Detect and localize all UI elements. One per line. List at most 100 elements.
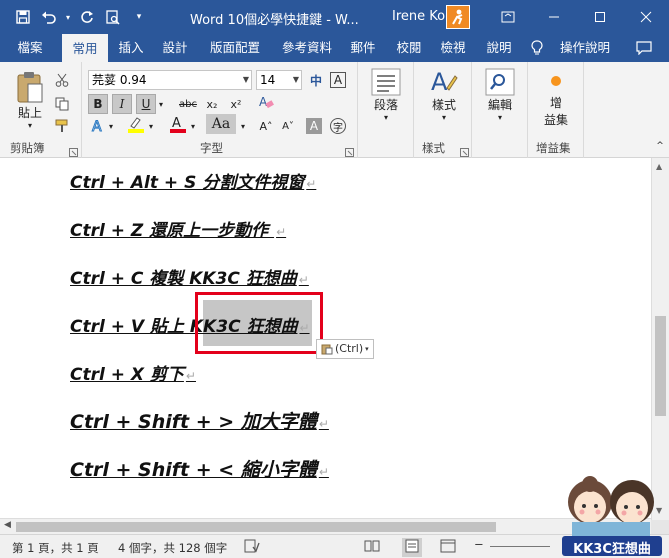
ribbon-display-icon[interactable] [485, 0, 531, 34]
customize-qat-icon[interactable]: ▾ [128, 6, 150, 28]
paste-options-button[interactable]: (Ctrl) ▾ [316, 339, 374, 359]
user-name[interactable]: Irene Ko [392, 9, 445, 24]
tell-me-search[interactable]: 操作說明 [556, 34, 614, 62]
font-color-dropdown-icon[interactable]: ▾ [188, 116, 198, 136]
tab-help[interactable]: 說明 [480, 34, 518, 62]
text-effects-icon[interactable]: A [88, 116, 108, 136]
grow-font-button[interactable]: A˄ [256, 116, 276, 136]
kk3c-watermark: KK3C狂想曲 [558, 472, 664, 557]
paste-button[interactable]: 貼上 ▾ [12, 70, 48, 130]
char-shade-button[interactable]: A [306, 118, 322, 134]
horizontal-scrollbar[interactable]: ◀ [0, 518, 651, 534]
clear-formatting-icon[interactable]: A [256, 92, 276, 112]
horizontal-scroll-thumb[interactable] [16, 522, 496, 532]
maximize-icon[interactable] [577, 0, 623, 34]
zoom-slider[interactable] [490, 546, 550, 547]
comments-icon[interactable] [634, 34, 654, 62]
document-page[interactable]: Ctrl + Alt + S 分割文件視窗 ↵ Ctrl + Z 還原上一步動作 … [0, 158, 651, 518]
editing-group: 編輯 ▾ [472, 62, 528, 158]
doc-line-text: Ctrl + Shift + < 縮小字體 [70, 459, 317, 481]
undo-icon[interactable] [38, 6, 60, 28]
phonetic-guide-button[interactable]: 中 [306, 70, 326, 90]
tab-home[interactable]: 常用 [62, 34, 108, 62]
enclose-characters-button[interactable]: 字 [330, 118, 346, 134]
redo-icon[interactable] [76, 6, 98, 28]
tab-layout[interactable]: 版面配置 [204, 34, 266, 62]
undo-dropdown-icon[interactable]: ▾ [64, 6, 72, 28]
font-launcher-icon[interactable] [345, 146, 354, 157]
print-layout-icon[interactable] [402, 538, 422, 557]
shrink-font-button[interactable]: A˅ [278, 116, 298, 136]
read-mode-icon[interactable] [364, 539, 380, 556]
tab-review[interactable]: 校閱 [390, 34, 428, 62]
paste-options-label: (Ctrl) [335, 342, 364, 355]
red-highlight-box [195, 292, 323, 354]
font-name-dropdown-icon[interactable]: ▼ [243, 71, 249, 89]
strikethrough-button[interactable]: abc [176, 94, 200, 114]
styles-group: A 樣式 ▾ 樣式 [414, 62, 472, 158]
scroll-up-icon[interactable]: ▲ [656, 162, 662, 171]
font-size-dropdown-icon[interactable]: ▼ [293, 71, 299, 89]
highlight-dropdown-icon[interactable]: ▾ [146, 116, 156, 136]
tab-mailings[interactable]: 郵件 [344, 34, 382, 62]
tab-references[interactable]: 參考資料 [276, 34, 338, 62]
highlight-color-icon[interactable] [126, 114, 146, 134]
subscript-button[interactable]: x₂ [202, 94, 222, 114]
change-case-dropdown-icon[interactable]: ▾ [238, 116, 248, 136]
print-preview-icon[interactable] [102, 6, 124, 28]
tab-view[interactable]: 檢視 [434, 34, 472, 62]
paragraph-button[interactable]: 段落 ▾ [368, 68, 404, 122]
editing-dropdown-icon: ▾ [497, 113, 502, 122]
proofing-icon[interactable] [244, 539, 260, 556]
collapse-ribbon-icon[interactable]: ^ [650, 136, 669, 156]
vertical-scrollbar[interactable]: ▲ ▼ [651, 158, 669, 520]
word-count[interactable]: 4 個字，共 128 個字 [118, 540, 227, 556]
editing-button[interactable]: 編輯 ▾ [482, 68, 518, 122]
styles-button[interactable]: A 樣式 ▾ [426, 68, 462, 122]
paragraph-dropdown-icon: ▾ [383, 113, 388, 122]
save-icon[interactable] [12, 6, 34, 28]
underline-dropdown-icon[interactable]: ▾ [156, 94, 166, 114]
paste-dropdown-icon[interactable]: ▾ [28, 121, 32, 130]
vertical-scroll-thumb[interactable] [655, 316, 666, 416]
font-size-combo[interactable]: 14 ▼ [256, 70, 302, 90]
web-layout-icon[interactable] [440, 539, 456, 556]
underline-button[interactable]: U [136, 94, 156, 114]
tab-design[interactable]: 設計 [156, 34, 194, 62]
tab-file[interactable]: 檔案 [10, 34, 50, 62]
scroll-left-icon[interactable]: ◀ [4, 520, 11, 530]
avatar[interactable] [446, 5, 470, 29]
doc-line-2[interactable]: Ctrl + Z 還原上一步動作 ↵ [70, 216, 286, 241]
clipboard-launcher-icon[interactable] [69, 146, 78, 157]
char-shading-button[interactable]: Aa [206, 114, 236, 134]
font-color-icon[interactable]: A [168, 114, 188, 134]
format-painter-icon[interactable] [52, 116, 72, 136]
styles-launcher-icon[interactable] [460, 146, 469, 157]
editing-label: 編輯 [487, 98, 512, 112]
ribbon: 貼上 ▾ 剪貼簿 芫荽 0.94 ▼ 14 ▼ 中 A B I U ▾ abc … [0, 62, 669, 158]
styles-dropdown-icon: ▾ [441, 113, 446, 122]
doc-line-6[interactable]: Ctrl + Shift + > 加大字體 ↵ [70, 407, 329, 434]
copy-icon[interactable] [52, 94, 72, 114]
paragraph-mark-icon: ↵ [318, 417, 329, 431]
doc-line-5[interactable]: Ctrl + X 剪下 ↵ [70, 360, 196, 385]
editing-icon [485, 68, 515, 96]
text-effects-dropdown-icon[interactable]: ▾ [106, 116, 116, 136]
cut-icon[interactable] [52, 70, 72, 90]
italic-button[interactable]: I [112, 94, 132, 114]
page-count[interactable]: 第 1 頁，共 1 頁 [12, 540, 99, 556]
superscript-button[interactable]: x² [226, 94, 246, 114]
doc-line-1[interactable]: Ctrl + Alt + S 分割文件視窗 ↵ [70, 168, 316, 193]
lightbulb-icon[interactable] [530, 34, 544, 62]
doc-line-7[interactable]: Ctrl + Shift + < 縮小字體 ↵ [70, 455, 329, 482]
bold-button[interactable]: B [88, 94, 108, 114]
char-border-button[interactable]: A [330, 72, 346, 88]
zoom-out-icon[interactable]: − [474, 537, 484, 551]
font-name-combo[interactable]: 芫荽 0.94 ▼ [88, 70, 252, 90]
addins-button[interactable]: 增 益集 [538, 74, 574, 128]
tab-insert[interactable]: 插入 [112, 34, 150, 62]
close-icon[interactable] [623, 0, 669, 34]
doc-line-3[interactable]: Ctrl + C 複製 KK3C 狂想曲 ↵ [70, 264, 309, 289]
minimize-icon[interactable] [531, 0, 577, 34]
paragraph-mark-icon: ↵ [306, 177, 317, 191]
